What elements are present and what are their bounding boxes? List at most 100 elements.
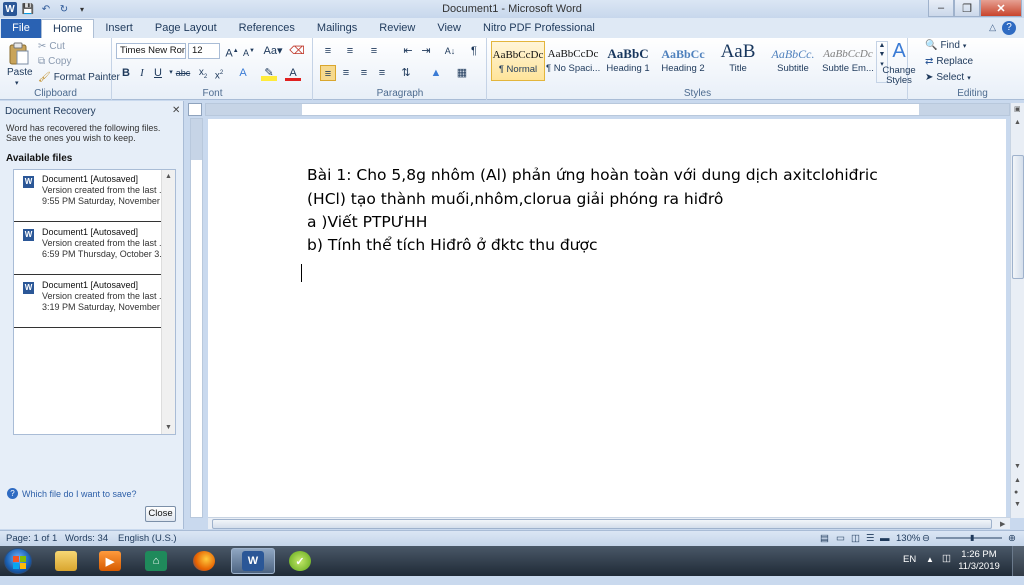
browse-object-icon[interactable]: ● bbox=[1014, 489, 1018, 496]
subscript-icon[interactable]: x2 bbox=[195, 65, 211, 81]
scroll-up-icon[interactable]: ▲ bbox=[165, 173, 172, 180]
bullets-icon[interactable]: ≡ bbox=[320, 43, 336, 59]
align-center-icon[interactable]: ≡ bbox=[338, 65, 354, 81]
bold-icon[interactable]: B bbox=[118, 65, 134, 81]
show-desktop-button[interactable] bbox=[1012, 546, 1024, 576]
list-item[interactable]: W Document1 [Autosaved] Version created … bbox=[14, 223, 167, 275]
customize-qat-icon[interactable]: ▾ bbox=[75, 2, 89, 16]
zoom-level[interactable]: 130% bbox=[896, 533, 920, 544]
show-marks-icon[interactable]: ¶ bbox=[466, 43, 482, 59]
next-page-icon[interactable]: ▼ bbox=[1014, 501, 1021, 508]
cut-button[interactable]: ✂ Cut bbox=[38, 41, 65, 52]
scroll-up-icon[interactable]: ▲ bbox=[1014, 119, 1021, 126]
print-layout-icon[interactable]: ▤ bbox=[820, 533, 829, 544]
multilevel-list-icon[interactable]: ≡ bbox=[366, 43, 382, 59]
redo-icon[interactable]: ↻ bbox=[57, 2, 71, 16]
zoom-slider[interactable] bbox=[936, 537, 1002, 539]
minimize-ribbon-icon[interactable]: △ bbox=[989, 22, 996, 33]
firefox-taskbar-button[interactable] bbox=[184, 548, 224, 574]
outline-icon[interactable]: ☰ bbox=[866, 533, 875, 544]
document-line[interactable]: b) Tính thể tích Hiđrô ở đktc thu được bbox=[307, 236, 598, 254]
style-subtitle[interactable]: AaBbCc. Subtitle bbox=[766, 41, 820, 81]
language-indicator[interactable]: English (U.S.) bbox=[118, 533, 177, 544]
borders-icon[interactable]: ▦ bbox=[454, 65, 470, 81]
tab-references[interactable]: References bbox=[228, 19, 306, 38]
strikethrough-icon[interactable]: abc bbox=[175, 65, 191, 81]
clear-formatting-icon[interactable]: ⌫ bbox=[289, 43, 305, 59]
select-button[interactable]: ➤ Select ▾ bbox=[925, 72, 971, 83]
app-taskbar-button[interactable]: ⌂ bbox=[136, 548, 176, 574]
superscript-icon[interactable]: x2 bbox=[211, 65, 227, 81]
web-layout-icon[interactable]: ◫ bbox=[851, 533, 860, 544]
vertical-ruler[interactable] bbox=[190, 118, 203, 518]
shading-icon[interactable]: ▲ bbox=[428, 65, 444, 81]
pane-close-icon[interactable]: ✕ bbox=[172, 105, 180, 116]
styles-up-icon[interactable]: ▲ bbox=[879, 42, 886, 49]
word-taskbar-button[interactable]: W bbox=[231, 548, 275, 574]
style-heading-1[interactable]: AaBbC Heading 1 bbox=[601, 41, 655, 81]
find-button[interactable]: 🔍 Find ▾ bbox=[925, 40, 966, 51]
format-painter-button[interactable]: 🖌 Format Painter bbox=[38, 72, 120, 83]
word-count[interactable]: Words: 34 bbox=[65, 533, 108, 544]
font-color-icon[interactable]: A bbox=[285, 65, 301, 81]
vertical-scroll-thumb[interactable] bbox=[1012, 155, 1024, 279]
zoom-in-icon[interactable]: ⊕ bbox=[1008, 533, 1016, 544]
highlight-icon[interactable]: ✎ bbox=[261, 65, 277, 81]
numbering-icon[interactable]: ≡ bbox=[342, 43, 358, 59]
tab-page-layout[interactable]: Page Layout bbox=[144, 19, 228, 38]
horizontal-ruler[interactable] bbox=[205, 103, 1010, 116]
app2-taskbar-button[interactable]: ✓ bbox=[280, 548, 320, 574]
font-size-box[interactable]: 12 bbox=[188, 43, 220, 59]
zoom-slider-thumb[interactable]: ▮ bbox=[970, 533, 974, 542]
list-item[interactable]: W Document1 [Autosaved] Version created … bbox=[14, 276, 170, 328]
align-left-icon[interactable]: ≡ bbox=[320, 65, 336, 81]
style-subtle-emphasis[interactable]: AaBbCcDc Subtle Em... bbox=[821, 41, 875, 81]
tab-review[interactable]: Review bbox=[368, 19, 426, 38]
system-clock[interactable]: 1:26 PM 11/3/2019 bbox=[956, 549, 1002, 573]
show-hidden-icons[interactable]: ▲ bbox=[926, 555, 934, 585]
undo-icon[interactable]: ↶ bbox=[39, 2, 53, 16]
vertical-scrollbar[interactable]: ▣ ▲ ▼ ▲ ● ▼ bbox=[1010, 103, 1024, 518]
word-app-icon[interactable]: W bbox=[3, 2, 17, 16]
network-icon[interactable]: ◫ bbox=[942, 553, 951, 583]
align-right-icon[interactable]: ≡ bbox=[356, 65, 372, 81]
decrease-indent-icon[interactable]: ⇤ bbox=[400, 43, 416, 59]
text-effects-icon[interactable]: A bbox=[235, 65, 251, 81]
justify-icon[interactable]: ≡ bbox=[374, 65, 390, 81]
replace-button[interactable]: ⇄ Replace bbox=[925, 56, 973, 67]
close-button[interactable]: ✕ bbox=[980, 0, 1022, 17]
tab-selector[interactable] bbox=[188, 103, 202, 116]
change-styles-icon[interactable]: A bbox=[886, 40, 912, 63]
scroll-down-icon[interactable]: ▼ bbox=[1014, 463, 1021, 470]
help-icon[interactable]: ? bbox=[1002, 21, 1016, 35]
document-line[interactable]: Bài 1: Cho 5,8g nhôm (Al) phản ứng hoàn … bbox=[307, 166, 878, 184]
tab-nitro-pdf[interactable]: Nitro PDF Professional bbox=[472, 19, 606, 38]
previous-page-icon[interactable]: ▲ bbox=[1014, 477, 1021, 484]
full-screen-reading-icon[interactable]: ▭ bbox=[836, 533, 845, 544]
line-spacing-icon[interactable]: ⇅ bbox=[398, 65, 414, 81]
style-normal[interactable]: AaBbCcDc ¶ Normal bbox=[491, 41, 545, 81]
style-title[interactable]: AaB Title bbox=[711, 41, 765, 81]
input-language[interactable]: EN bbox=[903, 554, 916, 584]
explorer-taskbar-button[interactable] bbox=[46, 548, 86, 574]
italic-icon[interactable]: I bbox=[134, 65, 150, 81]
page-count[interactable]: Page: 1 of 1 bbox=[6, 533, 57, 544]
start-button[interactable] bbox=[4, 548, 32, 574]
tab-insert[interactable]: Insert bbox=[94, 19, 144, 38]
styles-down-icon[interactable]: ▼ bbox=[879, 51, 886, 58]
which-file-help-link[interactable]: ? Which file do I want to save? bbox=[7, 488, 137, 499]
shrink-font-icon[interactable]: A▼ bbox=[241, 43, 257, 59]
zoom-out-icon[interactable]: ⊖ bbox=[922, 533, 930, 544]
file-list-scrollbar[interactable]: ▲ ▼ bbox=[161, 170, 175, 434]
change-case-icon[interactable]: Aa▾ bbox=[263, 43, 283, 59]
scroll-down-icon[interactable]: ▼ bbox=[165, 424, 172, 431]
save-icon[interactable]: 💾 bbox=[21, 2, 35, 16]
paste-button[interactable]: Paste bbox=[7, 67, 33, 78]
scroll-right-icon[interactable]: ▶ bbox=[1000, 520, 1005, 528]
style-heading-2[interactable]: AaBbCc Heading 2 bbox=[656, 41, 710, 81]
paste-dropdown-icon[interactable]: ▾ bbox=[15, 79, 19, 87]
tab-home[interactable]: Home bbox=[41, 19, 95, 38]
change-styles-button[interactable]: Change Styles bbox=[882, 66, 916, 86]
document-line[interactable]: a )Viết PTPƯHH bbox=[307, 213, 427, 231]
increase-indent-icon[interactable]: ⇥ bbox=[418, 43, 434, 59]
